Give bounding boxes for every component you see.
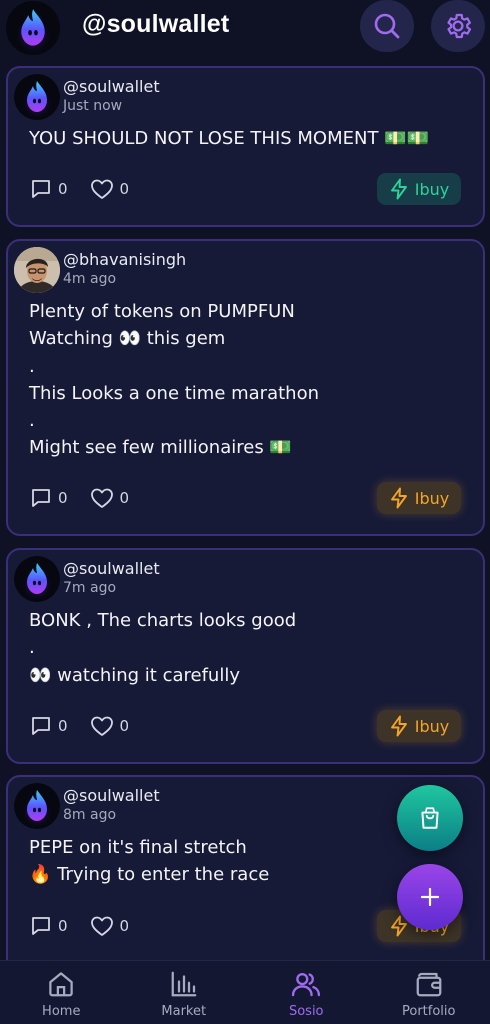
like-count: 0 (119, 489, 130, 507)
lightning-icon (389, 487, 409, 509)
nav-item-sosio[interactable]: Sosio (245, 961, 368, 1024)
search-button[interactable] (360, 0, 414, 52)
comment-count: 0 (58, 917, 68, 935)
like-button[interactable]: 0 (90, 178, 130, 200)
heart-icon (90, 178, 114, 200)
bottom-nav: Home Market Sosio Portfolio (0, 960, 490, 1024)
post-actions: 0 0 (30, 715, 151, 737)
home-icon (49, 972, 73, 997)
ibuy-label: Ibuy (414, 179, 450, 199)
post-handle[interactable]: @soulwallet (63, 786, 160, 805)
page-title: @soulwallet (82, 10, 230, 38)
comment-button[interactable]: 0 (30, 915, 68, 937)
user-avatar-photo[interactable] (14, 247, 60, 293)
comment-count: 0 (58, 717, 68, 735)
shopping-bag-icon (421, 807, 439, 829)
bar-chart-icon (171, 971, 197, 997)
nav-label: Home (42, 1004, 81, 1019)
like-button[interactable]: 0 (90, 915, 130, 937)
post-actions: 0 0 (30, 487, 151, 509)
nav-label: Sosio (288, 1004, 324, 1019)
comment-count: 0 (58, 489, 68, 507)
post-handle[interactable]: @bhavanisingh (63, 250, 186, 269)
ibuy-button[interactable]: Ibuy (377, 482, 461, 514)
ibuy-label: Ibuy (414, 488, 450, 508)
create-post-button[interactable] (397, 864, 463, 930)
post-time: 7m ago (63, 580, 117, 596)
gear-icon (447, 13, 472, 39)
app-header: @soulwallet (0, 0, 490, 56)
post-card[interactable]: @soulwallet 7m ago BONK , The charts loo… (6, 548, 485, 764)
nav-label: Portfolio (402, 1004, 456, 1019)
comment-icon (30, 915, 52, 937)
ibuy-button[interactable]: Ibuy (377, 710, 461, 742)
like-button[interactable]: 0 (90, 487, 130, 509)
nav-item-market[interactable]: Market (123, 961, 246, 1024)
comment-icon (30, 715, 52, 737)
like-count: 0 (119, 717, 130, 735)
post-time: 4m ago (63, 271, 117, 287)
soulwallet-flame-icon[interactable] (14, 783, 60, 829)
post-time: 8m ago (63, 807, 117, 823)
nav-label: Market (161, 1004, 207, 1019)
search-icon (374, 13, 400, 39)
comment-count: 0 (58, 180, 68, 198)
nav-item-portfolio[interactable]: Portfolio (368, 961, 490, 1024)
comment-button[interactable]: 0 (30, 715, 68, 737)
soulwallet-flame-icon[interactable] (14, 556, 60, 602)
like-button[interactable]: 0 (90, 715, 130, 737)
post-handle[interactable]: @soulwallet (63, 77, 160, 96)
comment-button[interactable]: 0 (30, 487, 68, 509)
settings-button[interactable] (431, 0, 485, 52)
nav-item-home[interactable]: Home (0, 961, 123, 1024)
users-icon (292, 972, 321, 997)
post-time: Just now (63, 98, 123, 114)
wallet-icon (416, 972, 442, 997)
comment-icon (30, 487, 52, 509)
post-body: BONK , The charts looks good . 👀 watchin… (29, 610, 297, 686)
soulwallet-logo-icon[interactable] (6, 1, 60, 55)
buy-bag-button[interactable] (397, 785, 463, 851)
soulwallet-flame-icon[interactable] (14, 74, 60, 120)
heart-icon (90, 915, 114, 937)
lightning-icon (389, 715, 409, 737)
post-card[interactable]: @soulwallet Just now YOU SHOULD NOT LOSE… (6, 66, 485, 227)
like-count: 0 (119, 917, 130, 935)
ibuy-label: Ibuy (414, 716, 450, 736)
heart-icon (90, 715, 114, 737)
post-card[interactable]: @bhavanisingh 4m ago Plenty of tokens on… (6, 239, 485, 536)
comment-button[interactable]: 0 (30, 178, 68, 200)
post-actions: 0 0 (30, 178, 151, 200)
post-body: YOU SHOULD NOT LOSE THIS MOMENT 💵💵 (29, 128, 430, 149)
post-body: Plenty of tokens on PUMPFUN Watching 👀 t… (29, 301, 320, 459)
heart-icon (90, 487, 114, 509)
ibuy-button[interactable]: Ibuy (377, 173, 461, 205)
post-handle[interactable]: @soulwallet (63, 559, 160, 578)
comment-icon (30, 178, 52, 200)
post-actions: 0 0 (30, 915, 151, 937)
lightning-icon (389, 178, 409, 200)
plus-icon (420, 887, 440, 907)
like-count: 0 (119, 180, 130, 198)
